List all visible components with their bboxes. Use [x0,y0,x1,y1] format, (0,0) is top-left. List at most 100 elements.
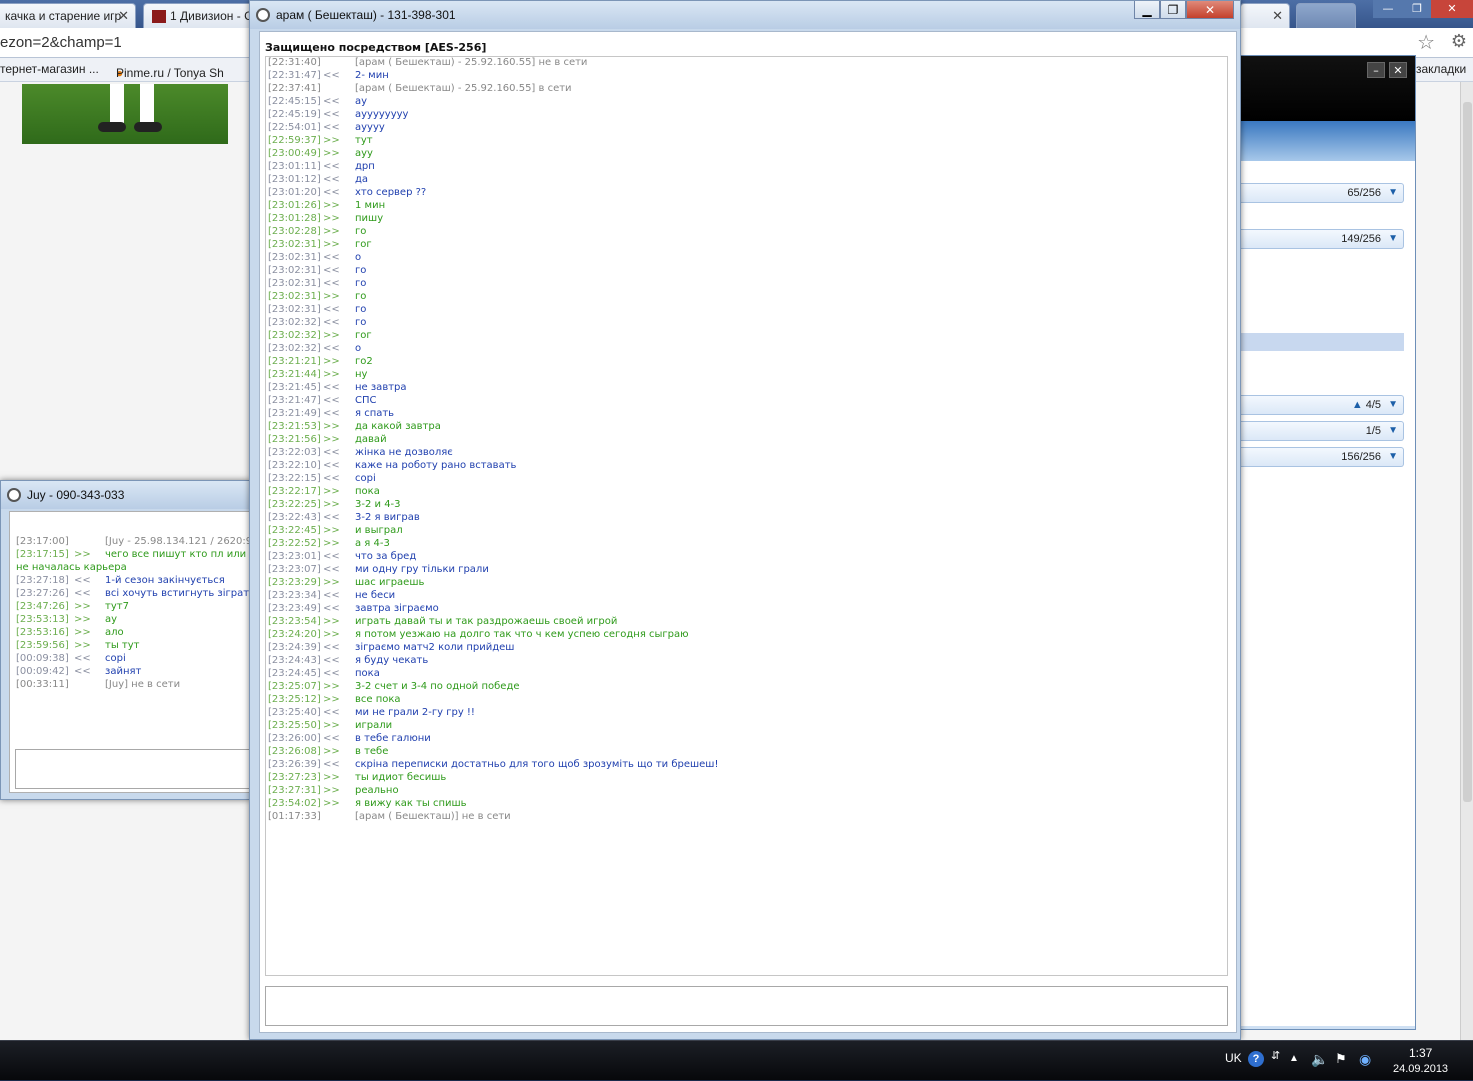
maximize-button[interactable]: ❐ [1403,0,1431,18]
message-input[interactable] [15,749,249,789]
message-direction: >> [323,746,340,757]
message-text: 1 мин [355,200,386,211]
chat-title: Juy - 090-343-033 [27,488,125,502]
close-icon[interactable]: ✕ [118,8,129,24]
message-direction: << [323,317,340,328]
progress-row[interactable]: 1/5 ▼ [1241,421,1404,441]
chat-message: [23:26:08] >> в тебе [268,745,1223,758]
message-direction: << [323,655,340,666]
chat-window-aram: арам ( Бешекташ) - 131-398-301 ▁ ❐ ✕ Защ… [249,0,1241,1040]
language-indicator[interactable]: UK [1225,1051,1242,1065]
message-text: го [355,291,367,302]
message-text: 1-й сезон закінчується [105,575,225,586]
chat-message: [23:17:15] >> чего все пишут кто пл или 1 [16,548,249,561]
message-time: [23:21:21] [268,356,321,367]
chevron-down-icon[interactable]: ▼ [1388,233,1398,244]
bookmark-item[interactable]: тернет-магазин ... [0,62,99,76]
browser-tab-active-partial[interactable]: ✕ [1240,3,1290,28]
chevron-down-icon[interactable]: ▼ [1388,399,1398,410]
chevron-down-icon[interactable]: ▼ [1388,187,1398,198]
message-input[interactable] [265,986,1228,1026]
browser-tab[interactable]: качка и старение игр ✕ [0,3,136,28]
url-text[interactable]: ezon=2&champ=1 [0,34,122,51]
action-center-icon[interactable]: ⚑ [1335,1051,1347,1067]
chat-message: [22:54:01] << аyyyy [268,121,1223,134]
progress-row[interactable]: 156/256 ▼ [1241,447,1404,467]
message-text: каже на роботу рано вставать [355,460,517,471]
minimize-button[interactable]: – [1367,62,1385,78]
progress-value: 4/5 [1365,399,1381,411]
close-button[interactable]: ✕ [1431,0,1473,18]
show-hidden-icons-icon[interactable]: ▲ [1289,1053,1299,1064]
message-direction: >> [323,499,340,510]
message-time: [23:25:40] [268,707,321,718]
chat-message: [23:27:18] << 1-й сезон закінчується [16,574,249,587]
message-text: ты тут [105,640,140,651]
chat-message: [23:54:02] >> я вижу как ты спишь [268,797,1223,810]
taskbar: UK ? ⇵ ▲ 🔈 ⚑ ◉ 1:37 24.09.2013 [0,1040,1473,1080]
message-text: скріна переписки достатньо для того щоб … [355,759,719,770]
chat-message: [23:53:16] >> ало [16,626,249,639]
wrench-icon[interactable]: ⚙ [1451,31,1467,52]
message-direction: >> [323,616,340,627]
message-text: [арам ( Бешекташ)] не в сети [355,811,511,822]
message-time: [23:24:43] [268,655,321,666]
progress-row[interactable]: 65/256 ▼ [1241,183,1404,203]
message-text: хто сервер ?? [355,187,427,198]
clock-date[interactable]: 24.09.2013 [1393,1063,1448,1075]
star-icon[interactable]: ☆ [1417,30,1435,54]
message-text: 3-2 счет и 3-4 по одной победе [355,681,520,692]
progress-row[interactable]: ▲ 4/5 ▼ [1241,395,1404,415]
chevron-down-icon[interactable]: ▼ [1388,425,1398,436]
progress-row[interactable]: 149/256 ▼ [1241,229,1404,249]
maximize-button[interactable]: ❐ [1160,1,1186,19]
message-text: 2- мин [355,70,389,81]
browser-scrollbar[interactable] [1460,82,1473,1040]
message-time: [23:02:31] [268,304,321,315]
chat-message: [23:26:39] << скріна переписки достатньо д… [268,758,1223,771]
clock-time[interactable]: 1:37 [1409,1046,1432,1060]
selected-row[interactable] [1241,333,1404,351]
message-time: [23:27:31] [268,785,321,796]
chevron-down-icon[interactable]: ▼ [1388,451,1398,462]
chat-app-icon [256,8,270,22]
browser-tab[interactable]: 1 Дивизион - С [143,3,263,28]
close-button[interactable]: ✕ [1186,1,1234,19]
message-direction: << [323,161,340,172]
minimize-button[interactable]: ▁ [1134,1,1160,19]
message-time: [22:54:01] [268,122,321,133]
message-text: я потом уезжаю на долго так что ч кем ус… [355,629,689,640]
message-time: [23:26:39] [268,759,321,770]
message-text: сорі [105,653,126,664]
scrollbar-thumb[interactable] [1463,102,1472,802]
message-time: [23:21:49] [268,408,321,419]
help-icon[interactable]: ? [1248,1051,1264,1067]
message-time: [23:53:16] [16,627,69,638]
message-text: зіграємо матч2 коли прийдеш [355,642,515,653]
close-icon[interactable]: ✕ [1272,8,1283,24]
chat-titlebar[interactable]: арам ( Бешекташ) - 131-398-301 ▁ ❐ ✕ [250,1,1240,29]
chat-message: [23:23:01] << что за бред [268,550,1223,563]
chat-message: [23:23:49] << завтра зіграємо [268,602,1223,615]
message-text: играть давай ты и так раздрожаешь своей … [355,616,618,627]
message-time: [00:33:11] [16,679,69,690]
volume-icon[interactable]: 🔈 [1311,1051,1328,1068]
network-icon[interactable]: ⇵ [1271,1049,1280,1062]
message-time: [23:22:43] [268,512,321,523]
message-text: го2 [355,356,373,367]
message-text: го [355,304,367,315]
close-button[interactable]: ✕ [1389,62,1407,78]
bookmark-folder[interactable]: закладки [1416,62,1466,76]
message-time: [23:02:32] [268,343,321,354]
tab-label: 1 Дивизион - С [170,9,253,23]
message-direction: << [323,733,340,744]
message-text: все пока [355,694,401,705]
minimize-button[interactable]: — [1373,0,1403,18]
new-tab-button[interactable] [1296,3,1356,28]
message-text: ауу [355,148,373,159]
chat-titlebar[interactable]: Juy - 090-343-033 [1,481,249,509]
message-direction: << [323,408,340,419]
skype-icon[interactable]: ◉ [1359,1051,1371,1068]
message-direction: << [74,666,91,677]
message-text: го [355,265,367,276]
